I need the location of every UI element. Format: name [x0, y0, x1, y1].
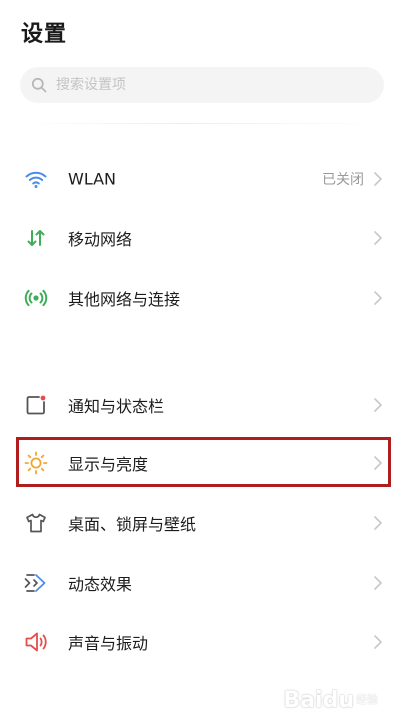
settings-item-sound[interactable]: 声音与振动: [0, 614, 400, 670]
settings-item-label: WLAN: [68, 169, 117, 189]
settings-item-label: 其他网络与连接: [68, 290, 181, 309]
settings-item-display[interactable]: 显示与亮度: [0, 435, 400, 491]
settings-item-label: 桌面、锁屏与壁纸: [68, 515, 197, 534]
watermark-sub: 经验: [356, 693, 378, 707]
settings-item-effects[interactable]: 动态效果: [0, 555, 400, 611]
settings-item-label: 声音与振动: [68, 634, 149, 653]
wifi-icon: [22, 165, 50, 193]
chevron-right-icon: [374, 398, 382, 412]
watermark-brand: Baidu: [283, 688, 354, 713]
settings-item-label: 显示与亮度: [68, 455, 149, 474]
settings-item-notifications[interactable]: 通知与状态栏: [0, 377, 400, 433]
animation-icon: [22, 569, 50, 597]
settings-item-wallpaper[interactable]: 桌面、锁屏与壁纸: [0, 495, 400, 551]
chevron-right-icon: [374, 576, 382, 590]
speaker-icon: [22, 628, 50, 656]
chevron-right-icon: [374, 172, 382, 186]
shirt-icon: [22, 509, 50, 537]
settings-item-label: 动态效果: [68, 575, 133, 594]
settings-item-mobile-network[interactable]: 移动网络: [0, 210, 400, 266]
chevron-right-icon: [374, 635, 382, 649]
chevron-right-icon: [374, 456, 382, 470]
chevron-right-icon: [374, 516, 382, 530]
notification-icon: [22, 391, 50, 419]
wlan-status: 已关闭: [322, 172, 364, 188]
settings-item-label: 通知与状态栏: [68, 397, 165, 416]
connection-icon: [22, 284, 50, 312]
mobile-data-icon: [22, 224, 50, 252]
chevron-right-icon: [374, 231, 382, 245]
chevron-right-icon: [374, 291, 382, 305]
search-bar[interactable]: [20, 67, 384, 103]
settings-item-other-networks[interactable]: 其他网络与连接: [0, 270, 400, 326]
section-divider: [20, 123, 384, 124]
sun-icon: [22, 449, 50, 477]
page-title: 设置: [21, 22, 68, 47]
settings-item-label: 移动网络: [68, 230, 133, 249]
watermark: Baidu 经验: [283, 688, 378, 713]
settings-item-wlan[interactable]: WLAN 已关闭: [0, 151, 400, 207]
search-input[interactable]: [56, 77, 356, 93]
search-icon: [30, 76, 48, 94]
